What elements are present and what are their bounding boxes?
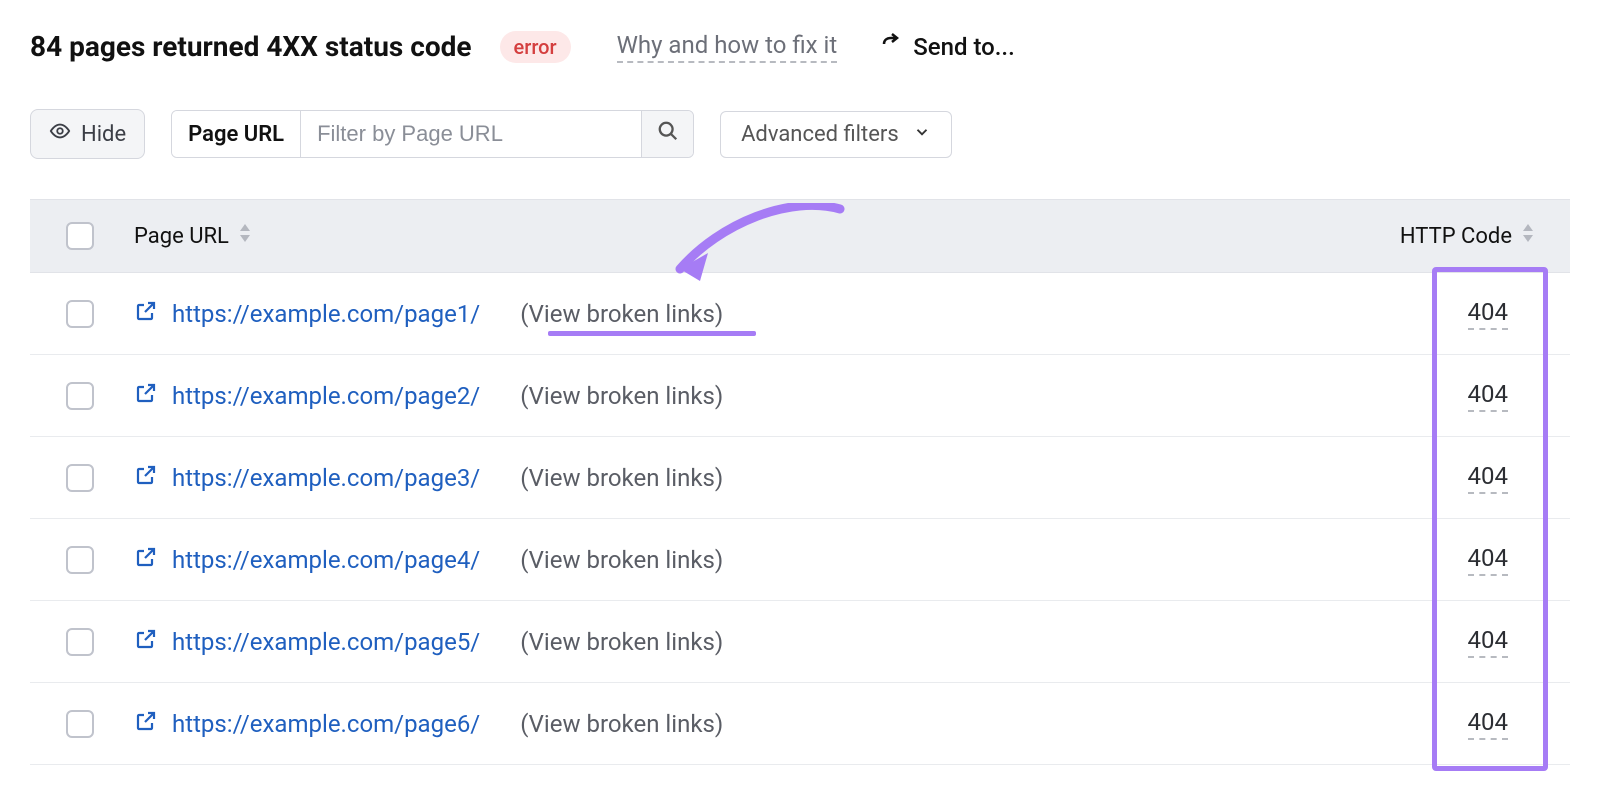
send-to-button[interactable]: Send to... (879, 32, 1015, 62)
row-checkbox[interactable] (66, 628, 94, 656)
annotation-underline (548, 331, 756, 336)
row-checkbox[interactable] (66, 710, 94, 738)
eye-icon (49, 120, 71, 148)
view-broken-links-link[interactable]: (View broken links) (520, 382, 723, 410)
page-url-link[interactable]: https://example.com/page2/ (172, 382, 480, 410)
advanced-filters-label: Advanced filters (741, 122, 899, 147)
row-checkbox[interactable] (66, 546, 94, 574)
page-url-link[interactable]: https://example.com/page1/ (172, 300, 480, 328)
page-url-link[interactable]: https://example.com/page6/ (172, 710, 480, 738)
url-filter-group: Page URL (171, 110, 694, 158)
url-filter-input[interactable] (301, 111, 641, 157)
error-badge: error (500, 31, 571, 63)
row-checkbox[interactable] (66, 464, 94, 492)
table-row: https://example.com/page4/ (View broken … (30, 519, 1570, 601)
page-title: 84 pages returned 4XX status code (30, 30, 472, 63)
column-header-http-code-label: HTTP Code (1400, 224, 1512, 249)
view-broken-links-link[interactable]: (View broken links) (520, 464, 723, 492)
view-broken-links-link[interactable]: (View broken links) (520, 300, 723, 328)
external-link-icon (134, 709, 158, 739)
page-url-link[interactable]: https://example.com/page3/ (172, 464, 480, 492)
table-row: https://example.com/page6/ (View broken … (30, 683, 1570, 765)
view-broken-links-link[interactable]: (View broken links) (520, 710, 723, 738)
view-broken-links-link[interactable]: (View broken links) (520, 546, 723, 574)
hide-button[interactable]: Hide (30, 109, 145, 159)
table-body: https://example.com/page1/ (View broken … (30, 273, 1570, 765)
external-link-icon (134, 627, 158, 657)
external-link-icon (134, 381, 158, 411)
url-filter-search-button[interactable] (641, 111, 693, 157)
advanced-filters-button[interactable]: Advanced filters (720, 111, 952, 158)
table-header: Page URL HTTP Code (30, 199, 1570, 273)
url-filter-label[interactable]: Page URL (172, 111, 301, 157)
http-code-value[interactable]: 404 (1468, 544, 1508, 576)
select-all-checkbox[interactable] (66, 222, 94, 250)
http-code-value[interactable]: 404 (1468, 298, 1508, 330)
column-header-page-url-label: Page URL (134, 224, 229, 249)
table-row: https://example.com/page2/ (View broken … (30, 355, 1570, 437)
external-link-icon (134, 299, 158, 329)
table-row: https://example.com/page3/ (View broken … (30, 437, 1570, 519)
column-header-page-url[interactable]: Page URL (130, 222, 253, 250)
table-row: https://example.com/page5/ (View broken … (30, 601, 1570, 683)
row-checkbox[interactable] (66, 382, 94, 410)
page-url-link[interactable]: https://example.com/page4/ (172, 546, 480, 574)
http-code-value[interactable]: 404 (1468, 708, 1508, 740)
why-how-fix-link[interactable]: Why and how to fix it (617, 31, 838, 63)
search-icon (657, 120, 679, 148)
hide-label: Hide (81, 122, 126, 147)
view-broken-links-link[interactable]: (View broken links) (520, 628, 723, 656)
http-code-value[interactable]: 404 (1468, 462, 1508, 494)
http-code-value[interactable]: 404 (1468, 380, 1508, 412)
column-header-http-code[interactable]: HTTP Code (1400, 222, 1536, 250)
external-link-icon (134, 545, 158, 575)
sort-icon (237, 222, 253, 250)
external-link-icon (134, 463, 158, 493)
table-row: https://example.com/page1/ (View broken … (30, 273, 1570, 355)
share-arrow-icon (879, 32, 903, 62)
sort-icon (1520, 222, 1536, 250)
page-url-link[interactable]: https://example.com/page5/ (172, 628, 480, 656)
results-table: Page URL HTTP Code https://example.com/p… (30, 199, 1570, 765)
chevron-down-icon (913, 122, 931, 147)
http-code-value[interactable]: 404 (1468, 626, 1508, 658)
row-checkbox[interactable] (66, 300, 94, 328)
send-to-label: Send to... (913, 33, 1015, 61)
